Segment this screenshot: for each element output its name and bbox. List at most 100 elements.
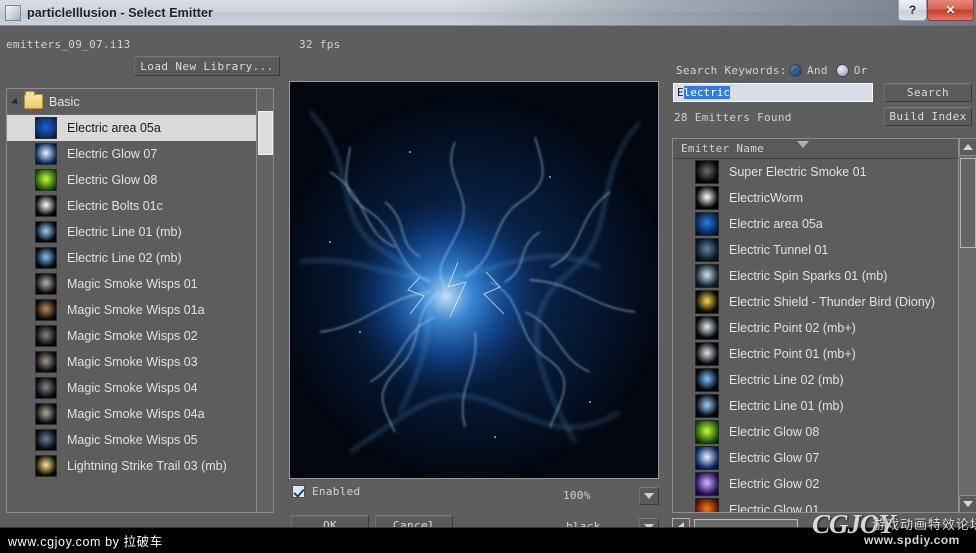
emitter-thumbnail [695, 264, 719, 288]
library-scrollbar[interactable] [256, 89, 273, 512]
library-item[interactable]: Electric Bolts 01c [7, 193, 273, 219]
search-result-label: Electric Tunnel 01 [729, 243, 829, 257]
radio-or-label: Or [853, 64, 868, 77]
library-item-label: Magic Smoke Wisps 04a [67, 407, 205, 421]
search-result-row[interactable]: Electric Line 01 (mb) [673, 393, 973, 419]
radio-and-label: And [807, 64, 828, 77]
search-result-label: Electric Line 01 (mb) [729, 399, 844, 413]
title-bar: particleIllusion - Select Emitter ? ✕ [0, 0, 976, 26]
library-item-label: Electric Line 01 (mb) [67, 225, 182, 239]
enabled-row[interactable]: Enabled [292, 485, 360, 498]
library-tree[interactable]: Basic Electric area 05a Electric Glow 07 E… [6, 88, 274, 513]
radio-or-icon[interactable] [835, 64, 849, 77]
search-result-row[interactable]: Electric Glow 02 [673, 471, 973, 497]
emitter-thumbnail [35, 377, 57, 399]
library-item[interactable]: Magic Smoke Wisps 01 [7, 271, 273, 297]
search-result-row[interactable]: ElectricWorm [673, 185, 973, 211]
window-controls: ? ✕ [898, 0, 974, 26]
load-new-library-button[interactable]: Load New Library... [134, 56, 280, 76]
emitter-thumbnail [35, 351, 57, 373]
library-item[interactable]: Electric Line 02 (mb) [7, 245, 273, 271]
search-button[interactable]: Search [884, 83, 972, 102]
search-query-prefix: E [677, 86, 684, 99]
search-result-label: Electric Point 01 (mb+) [729, 347, 856, 361]
emitter-thumbnail [695, 368, 719, 392]
fps-label: 32 fps [299, 38, 341, 51]
emitter-thumbnail [695, 238, 719, 262]
search-mode-or[interactable]: Or [835, 64, 868, 77]
search-results-list: Super Electric Smoke 01 ElectricWorm Elect… [673, 159, 973, 512]
search-result-label: Electric Glow 08 [729, 425, 820, 439]
emitter-thumbnail [695, 160, 719, 184]
library-item[interactable]: Lightning Strike Trail 03 (mb) [7, 453, 273, 479]
search-result-row[interactable]: Electric area 05a [673, 211, 973, 237]
search-result-row[interactable]: Electric Tunnel 01 [673, 237, 973, 263]
emitter-thumbnail [35, 455, 57, 477]
search-result-label: Super Electric Smoke 01 [729, 165, 867, 179]
search-result-row[interactable]: Electric Shield - Thunder Bird (Diony) [673, 289, 973, 315]
results-vertical-scrollbar[interactable] [958, 138, 976, 513]
search-result-row[interactable]: Electric Glow 08 [673, 419, 973, 445]
library-item-list: Electric area 05a Electric Glow 07 Electri… [7, 115, 273, 479]
folder-label: Basic [49, 94, 80, 109]
emitter-thumbnail [695, 446, 719, 470]
library-item[interactable]: Magic Smoke Wisps 02 [7, 323, 273, 349]
emitter-thumbnail [35, 143, 57, 165]
emitter-thumbnail [35, 273, 57, 295]
library-item[interactable]: Electric area 05a [7, 115, 273, 141]
emitter-thumbnail [695, 186, 719, 210]
search-result-row[interactable]: Electric Line 02 (mb) [673, 367, 973, 393]
library-item[interactable]: Magic Smoke Wisps 04 [7, 375, 273, 401]
search-result-row[interactable]: Electric Point 02 (mb+) [673, 315, 973, 341]
library-scrollbar-thumb[interactable] [258, 111, 273, 155]
scroll-up-button[interactable] [959, 138, 976, 156]
emitter-thumbnail [695, 290, 719, 314]
library-item-label: Magic Smoke Wisps 02 [67, 329, 198, 343]
status-bar-text: www.cgjoy.com by 拉破车 [8, 535, 163, 549]
library-item[interactable]: Electric Line 01 (mb) [7, 219, 273, 245]
scroll-down-button[interactable] [959, 495, 976, 513]
help-button[interactable]: ? [898, 0, 927, 21]
zoom-dropdown-button[interactable] [639, 487, 659, 505]
search-input[interactable]: Electric [673, 83, 873, 102]
enabled-checkbox[interactable] [292, 485, 305, 498]
library-item-label: Lightning Strike Trail 03 (mb) [67, 459, 227, 473]
caret-up-icon [963, 144, 973, 150]
sort-descending-icon[interactable] [797, 141, 809, 148]
search-result-row[interactable]: Electric Glow 01 [673, 497, 973, 512]
library-item[interactable]: Electric Glow 07 [7, 141, 273, 167]
close-button[interactable]: ✕ [927, 0, 974, 21]
library-item[interactable]: Magic Smoke Wisps 05 [7, 427, 273, 453]
search-result-row[interactable]: Super Electric Smoke 01 [673, 159, 973, 185]
search-result-label: Electric Spin Sparks 01 (mb) [729, 269, 888, 283]
library-item-label: Electric area 05a [67, 121, 161, 135]
library-item-label: Electric Glow 07 [67, 147, 158, 161]
build-index-button[interactable]: Build Index [884, 107, 972, 126]
window-title: particleIllusion - Select Emitter [27, 5, 213, 20]
search-mode-radio-group[interactable]: And Or [789, 64, 868, 77]
emitter-preview[interactable] [289, 81, 659, 479]
search-results-panel: Emitter Name Super Electric Smoke 01 Elec… [672, 138, 974, 513]
results-count-label: 28 Emitters Found [674, 111, 792, 124]
tree-folder-basic[interactable]: Basic [7, 89, 273, 115]
search-result-label: Electric Glow 07 [729, 451, 820, 465]
search-mode-and[interactable]: And [789, 64, 828, 77]
expand-arrow-icon[interactable] [10, 96, 21, 107]
radio-and-icon[interactable] [789, 64, 802, 77]
results-scrollbar-thumb[interactable] [960, 158, 976, 248]
emitter-name-column-label: Emitter Name [681, 142, 765, 155]
emitter-thumbnail [695, 342, 719, 366]
search-result-row[interactable]: Electric Spin Sparks 01 (mb) [673, 263, 973, 289]
library-item[interactable]: Electric Glow 08 [7, 167, 273, 193]
library-item[interactable]: Magic Smoke Wisps 04a [7, 401, 273, 427]
emitter-thumbnail [695, 498, 719, 512]
library-item[interactable]: Magic Smoke Wisps 01a [7, 297, 273, 323]
library-item[interactable]: Magic Smoke Wisps 03 [7, 349, 273, 375]
search-query-selection: lectric [683, 86, 730, 99]
search-result-row[interactable]: Electric Point 01 (mb+) [673, 341, 973, 367]
search-result-label: Electric area 05a [729, 217, 823, 231]
search-result-row[interactable]: Electric Glow 07 [673, 445, 973, 471]
results-column-header[interactable]: Emitter Name [673, 139, 973, 159]
library-item-label: Magic Smoke Wisps 04 [67, 381, 198, 395]
search-result-label: Electric Point 02 (mb+) [729, 321, 856, 335]
